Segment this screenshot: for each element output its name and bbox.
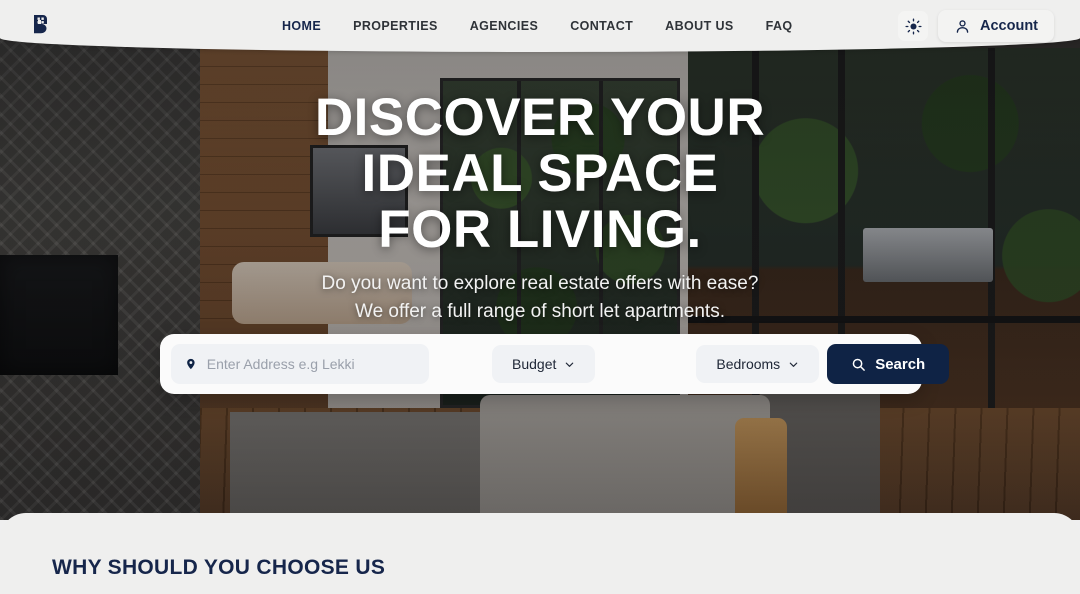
user-icon <box>956 19 969 33</box>
account-label: Account <box>980 18 1038 34</box>
bedrooms-label: Bedrooms <box>716 356 781 372</box>
budget-dropdown[interactable]: Budget <box>492 345 596 383</box>
hero-subtitle: Do you want to explore real estate offer… <box>322 270 759 326</box>
building-house-logo-icon <box>34 15 47 34</box>
chevron-down-icon <box>566 362 574 367</box>
bedrooms-dropdown[interactable]: Bedrooms <box>696 345 820 383</box>
why-choose-us-section: WHY SHOULD YOU CHOOSE US <box>0 513 1080 594</box>
address-field-wrapper[interactable] <box>171 344 429 384</box>
hero-title-line-3: FOR LIVING. <box>378 200 702 259</box>
nav-item-properties[interactable]: PROPERTIES <box>353 19 438 33</box>
hero-content: DISCOVER YOUR IDEAL SPACE FOR LIVING. Do… <box>0 52 1080 326</box>
sun-icon <box>904 17 922 35</box>
nav-item-faq[interactable]: FAQ <box>766 19 793 33</box>
header-actions: Account <box>898 10 1054 42</box>
search-button[interactable]: Search <box>827 344 950 384</box>
nav-item-about-us[interactable]: ABOUT US <box>665 19 733 33</box>
property-search-bar: Budget Bedrooms Search <box>160 334 950 394</box>
theme-toggle-button[interactable] <box>898 11 928 41</box>
account-button[interactable]: Account <box>938 10 1054 42</box>
hero-subtitle-line-1: Do you want to explore real estate offer… <box>321 273 759 294</box>
search-address-input[interactable] <box>206 356 415 372</box>
site-header: HOME PROPERTIES AGENCIES CONTACT ABOUT U… <box>0 0 1080 52</box>
chevron-down-icon <box>789 362 798 367</box>
page-title: DISCOVER YOUR IDEAL SPACE FOR LIVING. <box>315 90 765 258</box>
nav-item-home[interactable]: HOME <box>282 19 321 33</box>
brand-logo[interactable] <box>26 9 60 43</box>
nav-item-agencies[interactable]: AGENCIES <box>470 19 539 33</box>
hero-title-line-2: IDEAL SPACE <box>361 144 719 203</box>
hero-subtitle-line-2: We offer a full range of short let apart… <box>355 301 725 322</box>
search-label: Search <box>875 355 926 373</box>
main-navigation: HOME PROPERTIES AGENCIES CONTACT ABOUT U… <box>282 19 793 33</box>
nav-item-contact[interactable]: CONTACT <box>570 19 633 33</box>
why-choose-us-heading: WHY SHOULD YOU CHOOSE US <box>52 556 386 579</box>
search-icon <box>852 358 866 371</box>
hero-title-line-1: DISCOVER YOUR <box>314 88 766 147</box>
budget-label: Budget <box>512 356 557 372</box>
map-pin-icon <box>187 358 195 370</box>
